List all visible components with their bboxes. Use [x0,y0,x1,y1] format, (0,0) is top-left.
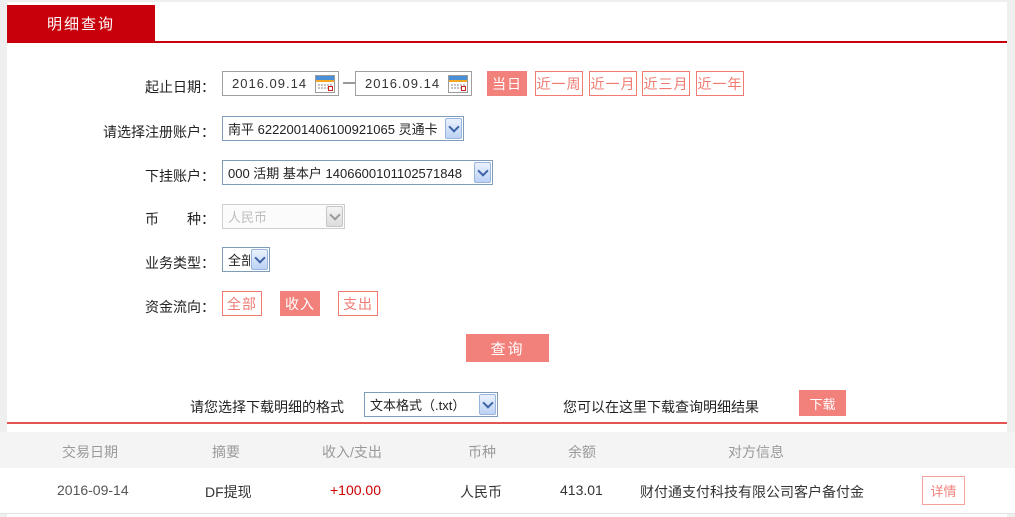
currency-label: 币 种： [145,211,215,227]
cell-balance: 413.01 [560,482,603,498]
cell-counterparty: 财付通支付科技有限公司客户备付金 [640,484,864,500]
download-button[interactable]: 下载 [799,390,846,416]
cell-date: 2016-09-14 [57,482,129,498]
quick-range-year-button[interactable]: 近一年 [696,71,744,96]
currency-select: 人民币 [222,204,345,229]
quick-range-week-button[interactable]: 近一周 [535,71,583,96]
quick-range-today-button[interactable]: 当日 [487,71,527,96]
detail-button[interactable]: 详情 [922,476,965,505]
col-header-balance: 余额 [568,444,596,460]
tab-detail-query[interactable]: 明细查询 [7,5,155,41]
download-hint-text: 您可以在这里下载查询明细结果 [563,399,759,415]
chevron-down-icon[interactable] [474,162,491,183]
date-from-value[interactable]: 2016.09.14 [232,76,315,91]
chevron-down-icon[interactable] [479,394,496,415]
flow-income-button[interactable]: 收入 [280,291,320,316]
date-from-input[interactable]: 2016.09.14 [222,71,339,96]
col-header-currency: 币种 [468,444,496,460]
table-header-row: 交易日期 摘要 收入/支出 币种 余额 对方信息 [0,432,1015,468]
date-range-label: 起止日期： [145,79,215,95]
download-format-select[interactable]: 文本格式（.txt） [364,392,498,417]
quick-range-quarter-button[interactable]: 近三月 [642,71,690,96]
business-type-select[interactable]: 全部 [222,247,270,272]
col-header-summary: 摘要 [212,444,240,460]
cell-amount: +100.00 [330,482,381,498]
query-button[interactable]: 查询 [466,334,549,362]
quick-range-month-button[interactable]: 近一月 [589,71,637,96]
download-format-value: 文本格式（.txt） [370,398,466,413]
date-to-input[interactable]: 2016.09.14 [355,71,472,96]
table-row: 2016-09-14 DF提现 +100.00 人民币 413.01 财付通支付… [0,468,1015,514]
flow-expense-button[interactable]: 支出 [338,291,378,316]
calendar-icon[interactable] [315,74,335,93]
cell-currency: 人民币 [460,484,502,500]
table-top-separator [7,422,1007,424]
sub-account-label: 下挂账户： [145,168,215,184]
currency-value: 人民币 [228,210,268,225]
date-to-value[interactable]: 2016.09.14 [365,76,448,91]
chevron-down-icon[interactable] [445,118,462,139]
fund-flow-label: 资金流向： [145,299,215,315]
calendar-icon[interactable] [448,74,468,93]
col-header-amount: 收入/支出 [322,444,382,460]
tab-underline [7,41,1007,43]
col-header-counterparty: 对方信息 [728,444,784,460]
business-type-value: 全部 [228,253,250,268]
chevron-down-icon[interactable] [251,249,268,270]
flow-all-button[interactable]: 全部 [222,291,262,316]
transaction-detail-query-page: 明细查询 起止日期： 2016.09.14 — 2016.09.14 当日 近一… [0,0,1015,517]
download-format-label: 请您选择下载明细的格式 [190,399,344,415]
chevron-down-icon [326,206,343,227]
sub-account-value: 000 活期 基本户 1406600101102571848 [228,166,462,181]
business-type-label: 业务类型： [145,255,215,271]
register-account-select[interactable]: 南平 6222001406100921065 灵通卡 [222,116,464,141]
cell-summary: DF提现 [205,484,252,500]
sub-account-select[interactable]: 000 活期 基本户 1406600101102571848 [222,160,493,185]
register-account-value: 南平 6222001406100921065 灵通卡 [228,122,438,137]
register-account-label: 请选择注册账户： [103,124,215,140]
col-header-date: 交易日期 [62,444,118,460]
